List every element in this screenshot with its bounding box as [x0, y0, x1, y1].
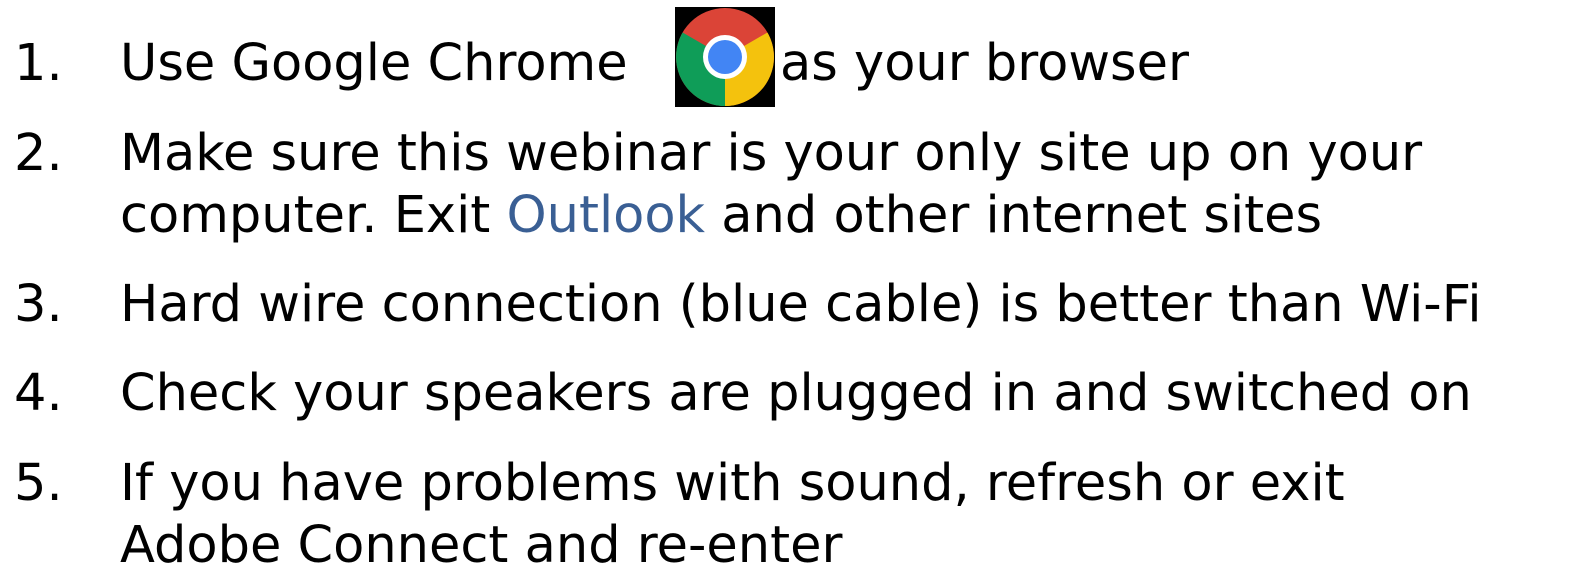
item-text-before-icon: Use Google Chrome	[120, 34, 628, 93]
item-number: 1.	[14, 34, 63, 93]
item-text-line-2: Adobe Connect and re-enter	[120, 516, 843, 575]
item-number: 4.	[14, 364, 63, 423]
chrome-icon	[675, 7, 775, 107]
item-text-line-2: computer. Exit Outlook and other interne…	[120, 185, 1322, 247]
outlook-link-text: Outlook	[506, 186, 706, 245]
item-text-line-1: If you have problems with sound, refresh…	[120, 454, 1345, 513]
item-text-line-1: Hard wire connection (blue cable) is bet…	[120, 275, 1482, 334]
item-text-after-icon: as your browser	[780, 34, 1189, 93]
item-number: 5.	[14, 454, 63, 513]
item-text-line-1: Make sure this webinar is your only site…	[120, 124, 1423, 183]
item-text-line-2-before: computer. Exit	[120, 186, 491, 245]
instruction-list: 1. Use Google Chrome as your browser 2. …	[0, 0, 1577, 575]
chrome-logo-graphic	[676, 8, 774, 106]
item-text: Use Google Chrome	[120, 33, 628, 95]
item-text-line-1: Check your speakers are plugged in and s…	[120, 364, 1472, 423]
item-text-line-2-after: and other internet sites	[721, 186, 1323, 245]
item-number: 2.	[14, 124, 63, 183]
item-number: 3.	[14, 275, 63, 334]
